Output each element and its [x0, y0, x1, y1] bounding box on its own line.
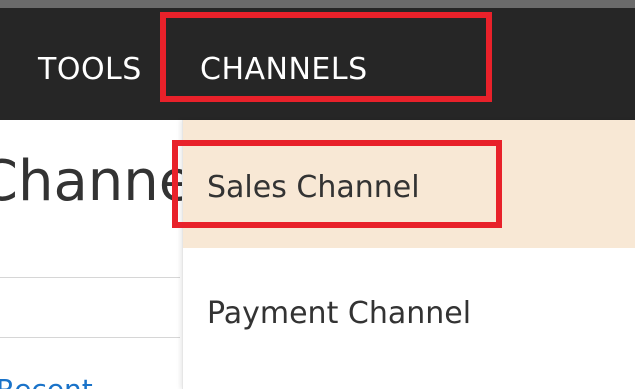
menu-item-payment-channel[interactable]: Payment Channel [183, 264, 635, 364]
divider [0, 337, 180, 338]
divider [0, 277, 180, 278]
top-strip [0, 0, 635, 8]
annotation-highlight-sales-channel [172, 140, 502, 228]
page-title-clip: Sales Channel [0, 120, 182, 250]
page-title: Sales Channel [0, 149, 182, 214]
nav-item-tools[interactable]: TOOLS [38, 52, 142, 88]
recent-link[interactable]: Recent [0, 373, 93, 389]
screenshot-stage: TOOLS CHANNELS Sales Channel Recent Sale… [0, 0, 635, 389]
annotation-highlight-channels [160, 12, 492, 102]
left-link-clip: Recent [0, 360, 100, 389]
